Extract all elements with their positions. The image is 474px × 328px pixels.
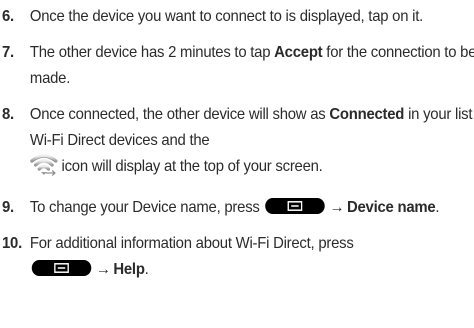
device-name-term: Device name: [346, 199, 436, 216]
step-text: Once connected, the other device will sh…: [29, 106, 330, 123]
step-text: For additional information about Wi-Fi D…: [29, 235, 354, 252]
step-text: .: [144, 261, 149, 278]
manual-page: 6. Once the device you want to connect t…: [0, 0, 474, 328]
step-10: 10. For additional information about Wi-…: [2, 231, 474, 283]
step-text: The other device has 2 minutes to tap: [29, 44, 275, 61]
step-number: 10.: [2, 235, 22, 252]
instruction-steps: 6. Once the device you want to connect t…: [2, 4, 474, 283]
step-7: 7. The other device has 2 minutes to tap…: [2, 40, 474, 92]
menu-key-icon: [31, 260, 92, 276]
step-8: 8. Once connected, the other device will…: [2, 102, 474, 185]
step-text: .: [435, 199, 440, 216]
menu-key-icon: [265, 198, 325, 214]
accept-term: Accept: [274, 44, 323, 61]
step-number: 9.: [2, 199, 14, 216]
step-number: 7.: [2, 44, 14, 61]
step-text: To change your Device name, press: [29, 199, 260, 216]
step-9: 9. To change your Device name, press → De…: [2, 195, 474, 221]
help-term: Help: [113, 261, 145, 278]
arrow-icon: →: [329, 199, 345, 216]
step-text: Once the device you want to connect to i…: [29, 8, 424, 25]
step-6: 6. Once the device you want to connect t…: [2, 4, 474, 30]
connected-term: Connected: [329, 106, 405, 123]
step-number: 6.: [2, 8, 14, 25]
wifi-direct-icon: [30, 154, 58, 185]
step-number: 8.: [2, 106, 14, 123]
step-text: icon will display at the top of your scr…: [61, 158, 323, 175]
arrow-icon: →: [95, 261, 111, 278]
